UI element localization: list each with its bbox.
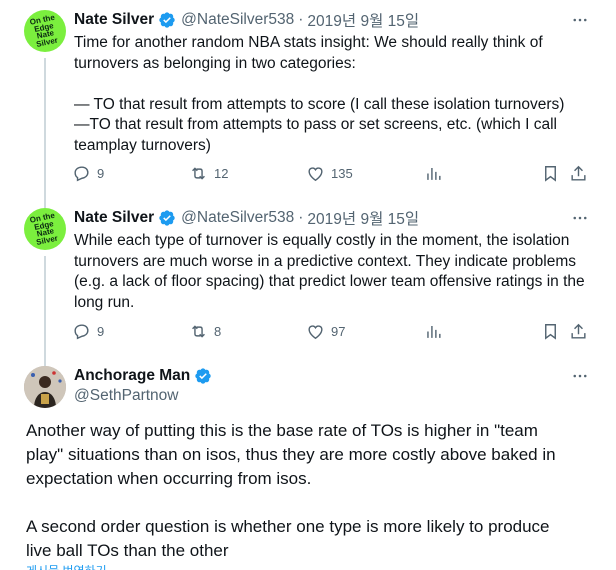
avatar[interactable] <box>24 366 66 408</box>
bookmark-button[interactable] <box>541 164 560 183</box>
share-button[interactable] <box>569 322 588 341</box>
reply-icon <box>74 166 89 182</box>
like-button[interactable]: 135 <box>306 164 353 183</box>
bookmark-icon <box>545 324 556 340</box>
reply-icon <box>74 324 89 340</box>
retweet-button[interactable]: 8 <box>189 322 221 341</box>
tweet-header: Nate Silver @NateSilver538 · 2019년 9월 15… <box>74 10 419 30</box>
display-name[interactable]: Nate Silver <box>74 209 154 227</box>
retweet-icon <box>192 167 205 180</box>
like-count: 135 <box>331 166 353 181</box>
tweet-text: While each type of turnover is equally c… <box>74 232 585 311</box>
reply-count: 9 <box>97 166 105 181</box>
like-count: 97 <box>331 324 346 339</box>
separator-dot: · <box>298 209 304 226</box>
display-name[interactable]: Anchorage Man <box>74 367 190 385</box>
retweet-button[interactable]: 12 <box>189 164 228 183</box>
main-tweet[interactable]: Anchorage Man @SethPartnow Another way o… <box>0 358 616 570</box>
tweet-2[interactable]: On the Edge Nate Silver Nate Silver @Nat… <box>0 198 616 372</box>
like-button[interactable]: 97 <box>306 322 345 341</box>
translate-post-link[interactable]: 게시물 번역하기 <box>26 562 107 570</box>
heart-icon <box>308 325 323 340</box>
share-icon <box>571 165 586 181</box>
avatar-column: On the Edge Nate Silver <box>24 208 68 372</box>
reply-count: 9 <box>97 324 105 339</box>
handle[interactable]: @SethPartnow <box>74 387 178 405</box>
person-photo-icon <box>24 366 66 408</box>
bookmark-button[interactable] <box>541 322 560 341</box>
display-name[interactable]: Nate Silver <box>74 11 154 29</box>
share-icon <box>571 323 586 339</box>
analytics-icon <box>427 167 441 180</box>
verified-badge-icon <box>159 12 175 28</box>
avatar[interactable]: On the Edge Nate Silver <box>24 208 66 250</box>
retweet-icon <box>192 325 205 338</box>
tweet-text: Another way of putting this is the base … <box>26 421 556 560</box>
reply-button[interactable]: 9 <box>72 164 104 183</box>
avatar-column <box>24 366 68 408</box>
retweet-count: 12 <box>214 166 229 181</box>
handle[interactable]: @NateSilver538 <box>181 209 294 227</box>
tweet-text: Time for another random NBA stats insigh… <box>74 34 565 154</box>
avatar-column: On the Edge Nate Silver <box>24 10 68 208</box>
views-button[interactable] <box>424 322 443 341</box>
action-bar: 9 12 135 <box>72 164 592 186</box>
avatar-logo: On the Edge Nate Silver <box>29 210 59 247</box>
more-horizontal-icon[interactable] <box>570 208 590 228</box>
reply-button[interactable]: 9 <box>72 322 104 341</box>
more-horizontal-icon[interactable] <box>570 366 590 386</box>
more-horizontal-icon[interactable] <box>570 10 590 30</box>
views-button[interactable] <box>424 164 443 183</box>
tweet-1[interactable]: On the Edge Nate Silver Nate Silver @Nat… <box>0 0 616 208</box>
separator-dot: · <box>298 11 304 28</box>
bookmark-icon <box>545 166 556 182</box>
verified-badge-icon <box>195 368 211 384</box>
avatar[interactable]: On the Edge Nate Silver <box>24 10 66 52</box>
heart-icon <box>308 167 323 182</box>
verified-badge-icon <box>159 210 175 226</box>
thread-connector-line <box>44 58 46 208</box>
share-button[interactable] <box>569 164 588 183</box>
timestamp[interactable]: 2019년 9월 15일 <box>307 207 419 229</box>
analytics-icon <box>427 325 441 338</box>
tweet-header: Nate Silver @NateSilver538 · 2019년 9월 15… <box>74 208 419 228</box>
action-bar: 9 8 97 <box>72 322 592 344</box>
thread-connector-line <box>44 256 46 372</box>
handle[interactable]: @NateSilver538 <box>181 11 294 29</box>
retweet-count: 8 <box>214 324 222 339</box>
tweet-header: Anchorage Man <box>74 366 217 386</box>
timestamp[interactable]: 2019년 9월 15일 <box>307 9 419 31</box>
avatar-logo: On the Edge Nate Silver <box>29 12 59 49</box>
